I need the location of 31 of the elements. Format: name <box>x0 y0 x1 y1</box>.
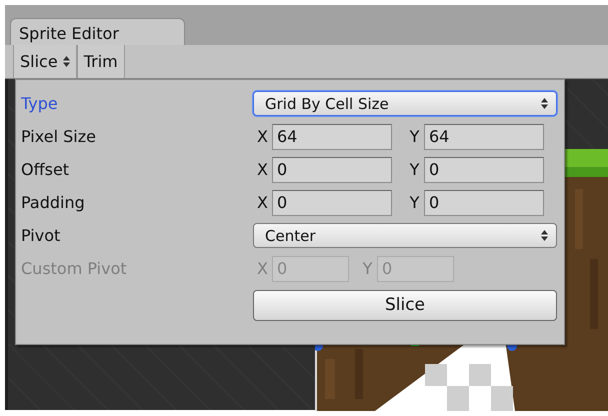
updown-arrow-icon <box>62 56 70 67</box>
axis-label: Y <box>408 193 420 212</box>
field-label: Custom Pivot <box>20 259 128 278</box>
axis-label: X <box>256 259 269 278</box>
axis-label: X <box>256 160 269 179</box>
field-label: Offset <box>20 160 70 179</box>
updown-arrow-icon <box>541 230 548 241</box>
axis-label: Y <box>408 127 420 146</box>
slice-button[interactable]: Slice <box>253 290 557 320</box>
trim-button[interactable]: Trim <box>76 45 125 78</box>
axis-label: Y <box>408 160 420 179</box>
field-label: Type <box>20 94 59 113</box>
number-field[interactable]: 64 <box>424 124 544 150</box>
dropdown[interactable]: Center <box>253 223 557 248</box>
axis-label: X <box>256 127 269 146</box>
number-field[interactable]: 0 <box>272 156 392 182</box>
dropdown[interactable]: Grid By Cell Size <box>253 91 557 116</box>
number-field[interactable]: 0 <box>272 190 392 216</box>
axis-label: X <box>256 193 269 212</box>
sprite-editor-tab[interactable]: Sprite Editor <box>10 18 185 45</box>
number-field[interactable]: 64 <box>272 124 392 150</box>
field-label: Pivot <box>20 226 62 245</box>
axis-label: Y <box>362 259 374 278</box>
field-label: Pixel Size <box>20 127 97 146</box>
field-label: Padding <box>20 193 86 212</box>
slice-dropdown[interactable]: Slice <box>13 45 77 78</box>
number-field: 0 <box>377 256 454 282</box>
number-field[interactable]: 0 <box>424 156 544 182</box>
number-field[interactable]: 0 <box>424 190 544 216</box>
updown-arrow-icon <box>541 98 548 109</box>
number-field: 0 <box>272 256 349 282</box>
